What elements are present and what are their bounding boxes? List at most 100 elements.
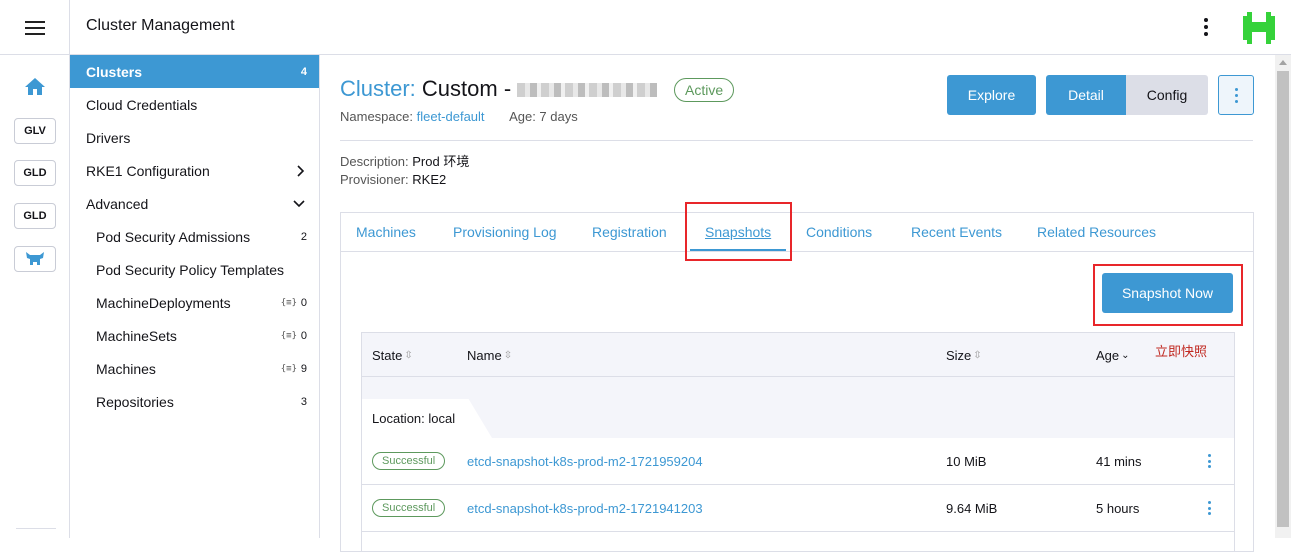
nav-item-count: 2: [300, 230, 307, 243]
nav-item-cloud-credentials[interactable]: Cloud Credentials: [70, 88, 319, 121]
cluster-label: Cluster:: [340, 76, 416, 101]
tab-conditions[interactable]: Conditions: [806, 213, 872, 251]
rail-divider: [16, 528, 56, 529]
column-label: Name: [467, 347, 502, 363]
column-state[interactable]: State ⇳: [372, 333, 413, 377]
table-row: Successful etcd-snapshot-k8s-prod-m2-172…: [362, 438, 1234, 485]
row-actions-icon[interactable]: [1204, 450, 1214, 472]
tab-machines[interactable]: Machines: [356, 213, 416, 251]
sort-desc-icon: ⌄: [1121, 349, 1130, 361]
table-row: Successful etcd-snapshot-k8s-prod-m2-172…: [362, 485, 1234, 532]
description-value: Prod 环境: [412, 154, 470, 169]
column-label: Size: [946, 347, 972, 363]
namespace-link[interactable]: fleet-default: [417, 109, 485, 124]
group-header: Location: local: [362, 377, 1234, 438]
namespace-label: Namespace:: [340, 109, 413, 124]
scroll-up-icon[interactable]: [1279, 60, 1287, 65]
tab-related-resources[interactable]: Related Resources: [1037, 213, 1156, 251]
detail-button[interactable]: Detail: [1046, 75, 1126, 115]
side-navigation: Clusters 4 Cloud Credentials Drivers RKE…: [70, 55, 320, 538]
nav-item-pod-security-policy-templates[interactable]: Pod Security Policy Templates: [70, 253, 319, 286]
chevron-right-icon: [297, 164, 305, 177]
config-button[interactable]: Config: [1126, 75, 1208, 115]
crd-icon: {≡}: [280, 297, 297, 308]
active-tab-indicator: [690, 249, 786, 251]
provisioner-line: Provisioner: RKE2: [340, 172, 446, 187]
menu-icon[interactable]: [0, 0, 70, 55]
chevron-down-icon: [293, 199, 305, 207]
description-line: Description: Prod 环境: [340, 151, 469, 170]
nav-item-label: Pod Security Admissions: [96, 228, 251, 245]
column-name[interactable]: Name ⇳: [467, 333, 512, 377]
sort-icon: ⇳: [973, 349, 982, 361]
main-content: Cluster: Custom - Active Namespace: flee…: [320, 55, 1275, 552]
product-title: Cluster Management: [86, 17, 235, 34]
nav-item-label: Machines: [96, 360, 156, 377]
state-badge: Successful: [372, 499, 446, 517]
table-header: State ⇳ Name ⇳ Size ⇳ Age ⌄: [362, 333, 1234, 377]
snapshot-name-link[interactable]: etcd-snapshot-k8s-prod-m2-1721941203: [467, 501, 703, 516]
rancher-cow-icon[interactable]: [14, 246, 56, 272]
nav-item-clusters[interactable]: Clusters 4: [70, 55, 319, 88]
nav-item-repositories[interactable]: Repositories 3: [70, 385, 319, 418]
more-actions-button[interactable]: [1218, 75, 1254, 115]
tab-provisioning-log[interactable]: Provisioning Log: [453, 213, 557, 251]
sort-icon: ⇳: [404, 349, 413, 361]
nav-item-count: 0: [300, 296, 307, 309]
crd-icon: {≡}: [280, 363, 297, 374]
vertical-scrollbar[interactable]: [1275, 55, 1291, 538]
home-icon[interactable]: [23, 75, 47, 99]
nav-item-machinesets[interactable]: MachineSets {≡} 0: [70, 319, 319, 352]
nav-item-count: 3: [300, 395, 307, 408]
more-options-icon[interactable]: [1196, 14, 1216, 40]
nav-item-label: MachineSets: [96, 327, 177, 344]
state-badge: Successful: [372, 452, 446, 470]
nav-item-label: RKE1 Configuration: [86, 162, 210, 179]
nav-item-machines[interactable]: Machines {≡} 9: [70, 352, 319, 385]
nav-item-drivers[interactable]: Drivers: [70, 121, 319, 154]
cluster-badge-gld-1[interactable]: GLD: [14, 160, 56, 186]
logo-icon: [1240, 9, 1278, 47]
nav-item-label: Pod Security Policy Templates: [96, 261, 285, 278]
nav-item-machinedeployments[interactable]: MachineDeployments {≡} 0: [70, 286, 319, 319]
nav-item-rke1-configuration[interactable]: RKE1 Configuration: [70, 154, 319, 187]
snapshot-size: 10 MiB: [946, 453, 987, 469]
crd-icon: {≡}: [280, 330, 297, 341]
snapshot-size: 9.64 MiB: [946, 500, 998, 516]
nav-item-label: Advanced: [86, 195, 149, 212]
page-title: Cluster: Custom -: [340, 76, 658, 102]
nav-item-count: 9: [300, 362, 307, 375]
tab-snapshots[interactable]: Snapshots: [705, 213, 771, 251]
snapshot-now-button[interactable]: Snapshot Now: [1102, 273, 1233, 313]
cluster-rail: GLV GLD GLD: [0, 55, 70, 538]
column-age[interactable]: Age ⌄: [1096, 333, 1130, 377]
snapshot-name-link[interactable]: etcd-snapshot-k8s-prod-m2-1721959204: [467, 454, 703, 469]
explore-button[interactable]: Explore: [947, 75, 1036, 115]
provisioner-label: Provisioner:: [340, 172, 409, 187]
column-label: Age: [1096, 347, 1120, 363]
nav-item-count: 0: [300, 329, 307, 342]
annotation-text: 立即快照: [1155, 344, 1208, 359]
snapshot-age: 41 mins: [1096, 453, 1142, 469]
snapshot-age: 5 hours: [1096, 500, 1140, 516]
top-header: Cluster Management: [0, 0, 1291, 55]
cluster-meta: Namespace: fleet-default Age: 7 days: [340, 109, 578, 124]
tab-recent-events[interactable]: Recent Events: [911, 213, 1002, 251]
scrollbar-thumb[interactable]: [1277, 71, 1289, 527]
nav-item-label: Drivers: [86, 129, 131, 146]
row-actions-icon[interactable]: [1204, 497, 1214, 519]
snapshots-table: State ⇳ Name ⇳ Size ⇳ Age ⌄ Location: local …: [361, 332, 1235, 552]
header-divider: [340, 140, 1253, 141]
cluster-name: Custom -: [421, 76, 512, 101]
cluster-badge-glv[interactable]: GLV: [14, 118, 56, 144]
cluster-badge-gld-2[interactable]: GLD: [14, 203, 56, 229]
provisioner-value: RKE2: [412, 172, 447, 187]
tab-bar: Machines Provisioning Log Registration S…: [341, 213, 1253, 252]
cluster-age: Age: 7 days: [509, 109, 578, 124]
column-label: State: [372, 347, 403, 363]
nav-item-advanced[interactable]: Advanced: [70, 187, 319, 220]
nav-item-pod-security-admissions[interactable]: Pod Security Admissions 2: [70, 220, 319, 253]
column-size[interactable]: Size ⇳: [946, 333, 982, 377]
nav-item-label: Clusters: [86, 63, 143, 80]
tab-registration[interactable]: Registration: [592, 213, 667, 251]
